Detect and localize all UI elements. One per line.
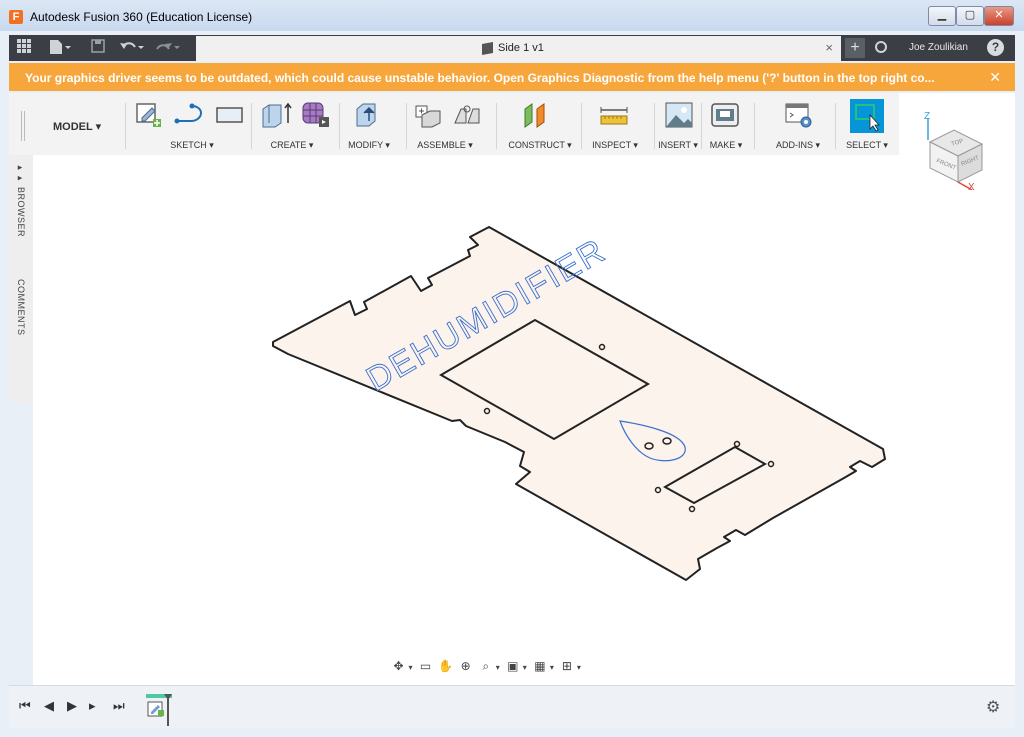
create-menu[interactable]: CREATE ▾ <box>271 140 314 151</box>
close-window-button[interactable]: ✕ <box>984 6 1014 26</box>
comments-toggle[interactable]: COMMENTS <box>16 279 26 336</box>
attached-canvas-icon[interactable] <box>664 101 693 129</box>
warning-message: Your graphics driver seems to be outdate… <box>25 71 935 85</box>
timeline-settings-gear-icon[interactable]: ⚙ <box>986 697 1000 717</box>
dropdown-icon[interactable]: ▾ <box>521 658 528 678</box>
construct-menu[interactable]: CONSTRUCT ▾ <box>508 140 571 151</box>
timeline: ⏮ ◀ ▶ ▸ ⏭ ⚙ <box>9 685 1015 728</box>
form-icon[interactable] <box>301 101 329 129</box>
window-title: Autodesk Fusion 360 (Education License) <box>30 10 253 24</box>
new-tab-button[interactable]: + <box>845 38 865 58</box>
measure-icon[interactable] <box>599 101 628 129</box>
save-icon[interactable] <box>91 39 105 57</box>
data-panel-grid-icon[interactable] <box>17 39 31 57</box>
press-pull-icon[interactable] <box>354 101 382 129</box>
dismiss-warning-icon[interactable]: ✕ <box>989 69 1001 86</box>
ribbon-separator <box>654 103 655 149</box>
ribbon-separator <box>835 103 836 149</box>
select-menu[interactable]: SELECT ▾ <box>846 140 888 151</box>
inspect-menu[interactable]: INSPECT ▾ <box>592 140 638 151</box>
extrude-icon[interactable] <box>261 101 292 129</box>
rectangle-icon[interactable] <box>215 101 243 129</box>
viewcube[interactable]: TOP FRONT RIGHT Z X <box>918 110 998 193</box>
ribbon-toolbar: MODEL ▾ SKETCH ▾ CREATE ▾ MODIFY ▾ ASSEM… <box>9 93 899 155</box>
go-to-end-icon[interactable]: ⏭ <box>113 698 125 714</box>
document-cube-icon <box>482 42 493 55</box>
joint-icon[interactable] <box>452 101 480 129</box>
navigation-bar: ✥ ▾ ▭ ✋ ⊕ ⌕ ▾ ▣ ▾ ▦ ▾ ⊞ ▾ <box>390 656 630 678</box>
dropdown-icon[interactable]: ▾ <box>575 658 582 678</box>
timeline-sketch-feature[interactable] <box>146 694 172 726</box>
play-icon[interactable]: ▶ <box>67 698 77 714</box>
step-forward-icon[interactable]: ▸ <box>89 698 96 714</box>
ribbon-separator <box>406 103 407 149</box>
redo-icon[interactable] <box>155 39 181 59</box>
select-icon[interactable] <box>850 99 884 133</box>
user-account[interactable]: Joe Zoulikian <box>909 42 968 53</box>
dropdown-icon[interactable]: ▾ <box>407 658 414 678</box>
step-back-icon[interactable]: ◀ <box>44 698 54 714</box>
ribbon-grip[interactable] <box>21 111 25 141</box>
design-canvas[interactable]: DEHUMIDIFIER TOP FRONT RIGHT Z X <box>33 111 1015 685</box>
document-name: Side 1 v1 <box>498 42 544 54</box>
ribbon-separator <box>496 103 497 149</box>
sketch-menu[interactable]: SKETCH ▾ <box>170 140 214 151</box>
close-tab-icon[interactable]: × <box>825 40 833 55</box>
fit-icon[interactable]: ⌕ <box>477 656 494 676</box>
go-to-start-icon[interactable]: ⏮ <box>19 698 31 714</box>
ribbon-separator <box>125 103 126 149</box>
pan-icon[interactable]: ✋ <box>437 656 454 676</box>
dropdown-icon[interactable]: ▾ <box>494 658 501 678</box>
ribbon-separator <box>701 103 702 149</box>
application-bar: Side 1 v1 × + Joe Zoulikian ? <box>9 35 1015 61</box>
document-tab[interactable]: Side 1 v1 × <box>196 36 841 61</box>
axis-x-label: X <box>968 182 975 190</box>
zoom-icon[interactable]: ⊕ <box>457 656 474 676</box>
insert-menu[interactable]: INSERT ▾ <box>658 140 698 151</box>
workspace-switcher[interactable]: MODEL ▾ <box>53 120 101 133</box>
app-window: F Autodesk Fusion 360 (Education License… <box>0 0 1024 737</box>
axis-z-label: Z <box>924 111 930 122</box>
look-at-icon[interactable]: ▭ <box>417 656 434 676</box>
assemble-menu[interactable]: ASSEMBLE ▾ <box>417 140 473 151</box>
title-bar: F Autodesk Fusion 360 (Education License… <box>0 0 1024 31</box>
make-menu[interactable]: MAKE ▾ <box>710 140 743 151</box>
orbit-icon[interactable]: ✥ <box>390 656 407 676</box>
line-icon[interactable] <box>173 101 203 129</box>
ribbon-separator <box>581 103 582 149</box>
display-settings-icon[interactable]: ▣ <box>504 656 521 676</box>
job-status-clock-icon[interactable] <box>875 41 887 53</box>
ribbon-separator <box>339 103 340 149</box>
modify-menu[interactable]: MODIFY ▾ <box>348 140 390 151</box>
scripts-addins-icon[interactable] <box>784 101 812 129</box>
viewports-icon[interactable]: ⊞ <box>558 656 575 676</box>
addins-menu[interactable]: ADD-INS ▾ <box>776 140 820 151</box>
3d-print-icon[interactable] <box>710 101 739 129</box>
new-component-icon[interactable] <box>414 101 442 129</box>
browser-toggle[interactable]: ▸▸ BROWSER <box>16 163 26 237</box>
grid-settings-icon[interactable]: ▦ <box>531 656 548 676</box>
side-panel: ▸▸ BROWSER COMMENTS <box>9 155 34 403</box>
create-sketch-icon[interactable] <box>135 101 163 129</box>
help-button[interactable]: ? <box>987 39 1004 56</box>
ribbon-separator <box>754 103 755 149</box>
file-menu-icon[interactable] <box>49 39 71 59</box>
fusion-logo-icon: F <box>9 10 23 24</box>
ribbon-separator <box>251 103 252 149</box>
graphics-driver-warning: Your graphics driver seems to be outdate… <box>9 63 1015 91</box>
maximize-button[interactable]: ▢ <box>956 6 984 26</box>
part-viewport[interactable]: DEHUMIDIFIER <box>33 155 1015 685</box>
minimize-button[interactable]: ▁ <box>928 6 956 26</box>
undo-icon[interactable] <box>119 39 145 59</box>
offset-plane-icon[interactable] <box>522 101 550 129</box>
dropdown-icon[interactable]: ▾ <box>548 658 555 678</box>
